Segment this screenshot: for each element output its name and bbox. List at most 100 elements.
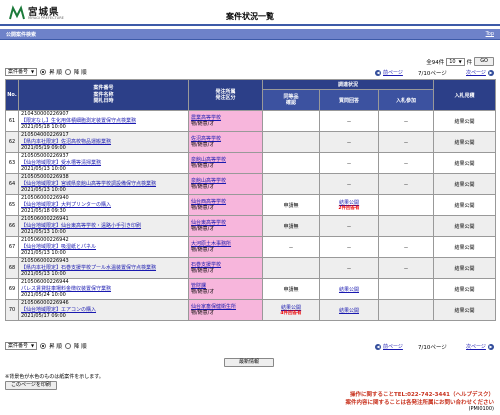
case-cell: 210504000226917 【県内本社限定】佐沼高校物品運搬業務 2021/05…	[18, 131, 189, 153]
entry-cell	[377, 278, 435, 300]
equal-cell	[262, 131, 320, 153]
result-cell[interactable]: 結果公開	[433, 131, 497, 153]
sort-desc-radio[interactable]	[64, 69, 71, 75]
opening-date: 2021/05/13 10:00	[21, 271, 66, 278]
sort-desc-label-bottom: 降 順	[73, 344, 87, 350]
qa-status[interactable]: 結果公開	[339, 308, 359, 314]
case-cell: 210506000226942 【仙台地域限定】吸湿紙とパネル 2021/05/13…	[18, 236, 189, 258]
table-row: 66 210506000226941 【仙台地域限定】仙台東高等学校・遠路小手引き印…	[5, 215, 497, 237]
opening-date: 2021/05/13 10:00	[21, 166, 66, 173]
row-number: 70	[5, 299, 19, 321]
col-entry-header: 入札参加	[377, 89, 435, 111]
row-number: 67	[5, 236, 19, 258]
next-page-link-bottom[interactable]: 次ページ ▶	[466, 343, 494, 350]
sort-select-bottom[interactable]: 案件番号 ▼	[5, 342, 38, 350]
top-link[interactable]: Top	[486, 31, 494, 37]
table-row: 62 210504000226917 【県内本社限定】佐沼高校物品運搬業務 2021/…	[5, 131, 497, 153]
per-page-select[interactable]: 10 ▼	[446, 57, 465, 66]
sort-control-bottom: 案件番号 ▼ 昇 順 降 順	[5, 342, 87, 350]
result-cell[interactable]: 結果公開	[433, 110, 497, 132]
next-page-link[interactable]: 次ページ ▶	[466, 69, 494, 76]
sort-desc-label: 降 順	[73, 70, 87, 76]
opening-date: 2021/05/13 10:00	[21, 229, 66, 236]
col-case-header: 案件番号 案件名称 開札日時	[18, 79, 189, 111]
qa-note: 2件回答有	[338, 206, 360, 211]
sort-asc-radio-bottom[interactable]	[40, 343, 47, 349]
row-number: 65	[5, 194, 19, 216]
row-number: 69	[5, 278, 19, 300]
entry-cell: －	[377, 236, 435, 258]
result-cell[interactable]: 結果公開	[433, 152, 497, 174]
table-row: 69 210506000226944 パレス賃貸駐車場料金徴収装置保守業務 2021/…	[5, 278, 497, 300]
qa-cell: －	[319, 257, 379, 279]
row-number: 61	[5, 110, 19, 132]
qa-status: －	[346, 265, 352, 272]
sort-desc-radio-bottom[interactable]	[64, 343, 71, 349]
equal-note: 4件回答有	[280, 311, 302, 316]
qa-cell: －	[319, 173, 379, 195]
equal-cell	[262, 257, 320, 279]
per-page-unit: 件	[466, 59, 473, 66]
latest-info-button[interactable]: 最新情報	[224, 358, 274, 367]
qa-status: －	[346, 160, 352, 167]
col-org-header: 発注所属 発注区分	[188, 79, 263, 111]
result-cell[interactable]: 結果公開	[433, 173, 497, 195]
col-result-header: 入札見積	[433, 79, 497, 111]
qa-status: －	[346, 223, 352, 230]
sort-control: 案件番号 ▼ 昇 順 降 順	[5, 68, 87, 76]
equal-cell: 申請無	[262, 215, 320, 237]
org-cell: 泉館山高等学校 物/随意/オ	[188, 152, 263, 174]
arrow-left-icon: ◀	[375, 343, 381, 350]
result-cell[interactable]: 結果公開	[433, 215, 497, 237]
equal-status: －	[288, 244, 294, 251]
table-row: 70 210506000226946 【仙台地域限定】エアコンの購入 2021/05/…	[5, 299, 497, 321]
qa-status[interactable]: 結果公開	[339, 287, 359, 293]
case-table: No. 案件番号 案件名称 開札日時 発注所属 発注区分 調達状況 入札見積 同…	[5, 79, 497, 321]
org-cell: 仙台家畜保健衛生所 物/随意/オ	[188, 299, 263, 321]
case-cell: 210430000226907 【限定なし】生化用体積細胞測定装置保守点検業務 20…	[18, 110, 189, 132]
order-type: 物/随意/オ	[191, 142, 215, 148]
footnote: ※背景色が水色のものは紙案件を示します。	[5, 374, 104, 380]
case-cell: 210506000226941 【仙台地域限定】仙台東高等学校・遠路小手引き印刷 2…	[18, 215, 189, 237]
table-row: 68 210506000226943 【県内本社限定】石巻支援学校プール水温装置保守…	[5, 257, 497, 279]
qa-cell: －	[319, 215, 379, 237]
case-cell: 210506000226943 【県内本社限定】石巻支援学校プール水温装置保守点検…	[18, 257, 189, 279]
sort-select[interactable]: 案件番号 ▼	[5, 68, 38, 76]
chevron-down-icon: ▼	[31, 343, 35, 348]
result-cell[interactable]: 結果公開	[433, 299, 497, 321]
equal-status: 申請無	[283, 223, 299, 230]
opening-date: 2021/05/13 10:00	[21, 187, 66, 194]
page-size-control: 全94件 10 ▼ 件 GO	[426, 57, 494, 66]
order-type: 物/随意/オ	[191, 310, 215, 316]
equal-cell: 申請無	[262, 194, 320, 216]
qa-status: －	[346, 181, 352, 188]
sort-asc-radio[interactable]	[40, 69, 47, 75]
chevron-down-icon: ▼	[458, 58, 462, 64]
table-row: 63 210505000226937 【仙台地域限定】受水槽等清掃業務 2021/05…	[5, 152, 497, 174]
opening-date: 2021/05/18 09:30	[21, 208, 66, 215]
org-cell: 泉館山高等学校 物/随意/オ	[188, 173, 263, 195]
equal-cell: 申請無	[262, 278, 320, 300]
opening-date: 2021/05/18 10:00	[21, 124, 66, 131]
order-type: 物/随意/オ	[191, 226, 215, 232]
opening-date: 2021/05/17 09:00	[21, 313, 66, 320]
qa-status: －	[346, 244, 352, 251]
result-cell[interactable]: 結果公開	[433, 194, 497, 216]
order-type: 物/随意/オ	[191, 205, 215, 211]
per-page-go-button[interactable]: GO	[474, 57, 494, 66]
result-cell[interactable]: 結果公開	[433, 278, 497, 300]
prev-page-link[interactable]: ◀ 前ページ	[375, 69, 403, 76]
result-cell[interactable]: 結果公開	[433, 236, 497, 258]
contact-content: 案件内容に関することは各発注所属にお問い合わせください	[345, 400, 494, 406]
case-cell: 210506000226944 パレス賃貸駐車場料金徴収装置保守業務 2021/05…	[18, 278, 189, 300]
org-cell: 大河原土木事務所 物/随意/オ	[188, 236, 263, 258]
qa-cell: 結果公開	[319, 299, 379, 321]
row-number: 63	[5, 152, 19, 174]
public-bar	[0, 29, 500, 39]
entry-cell	[377, 215, 435, 237]
prev-page-link-bottom[interactable]: ◀ 前ページ	[375, 343, 403, 350]
qa-cell: －	[319, 131, 379, 153]
result-cell[interactable]: 結果公開	[433, 257, 497, 279]
print-button[interactable]: このページを印刷	[5, 381, 57, 390]
table-row: 65 210506000226940 【仙台地域限定】大判プリンターの購入 2021/…	[5, 194, 497, 216]
